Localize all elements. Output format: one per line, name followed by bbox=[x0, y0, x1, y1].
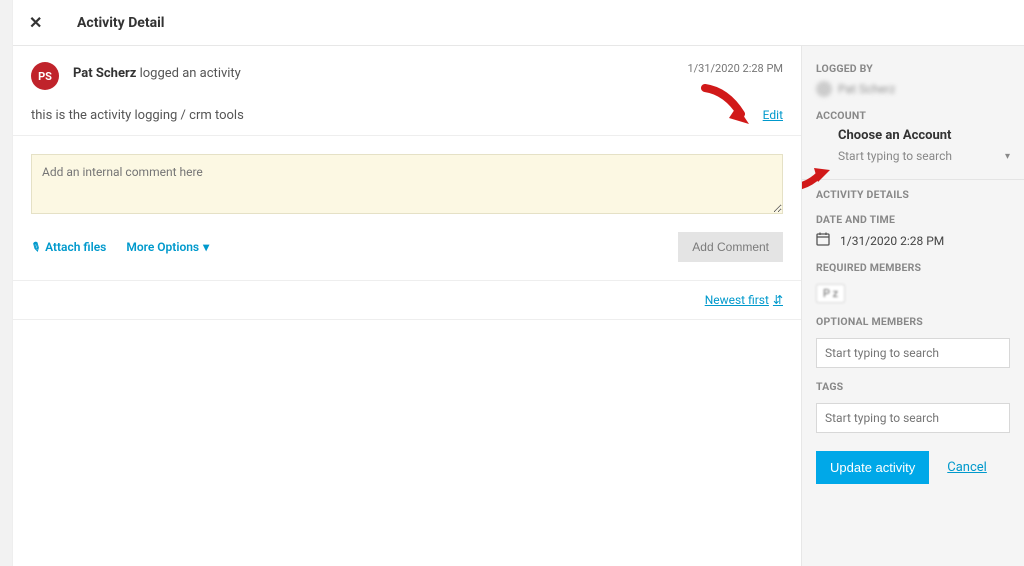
calendar-icon bbox=[816, 232, 830, 249]
chevron-down-icon: ▾ bbox=[1005, 151, 1010, 162]
tags-label: TAGS bbox=[816, 380, 1010, 393]
date-time-row[interactable]: 1/31/2020 2:28 PM bbox=[816, 232, 1010, 249]
attach-files-label: Attach files bbox=[45, 240, 106, 254]
comment-input[interactable] bbox=[31, 154, 783, 214]
account-search[interactable]: Start typing to search ▾ bbox=[838, 149, 1010, 163]
attach-files-link[interactable]: ✎ Attach files bbox=[31, 240, 106, 254]
avatar: PS bbox=[31, 62, 59, 90]
edit-link[interactable]: Edit bbox=[763, 108, 783, 122]
account-search-placeholder: Start typing to search bbox=[838, 149, 952, 163]
account-label: ACCOUNT bbox=[816, 109, 1010, 122]
logged-by-label: LOGGED BY bbox=[816, 62, 1010, 75]
activity-author: Pat Scherz bbox=[73, 66, 136, 81]
chevron-down-icon: ▾ bbox=[203, 240, 209, 254]
update-activity-button[interactable]: Update activity bbox=[816, 451, 929, 484]
close-icon[interactable]: ✕ bbox=[29, 13, 53, 32]
required-member-chip[interactable]: P z bbox=[816, 284, 845, 303]
logged-by-row: Pat Scherz bbox=[816, 81, 1010, 97]
choose-account-heading: Choose an Account bbox=[838, 128, 1010, 143]
activity-description: this is the activity logging / crm tools bbox=[31, 108, 244, 123]
optional-members-label: OPTIONAL MEMBERS bbox=[816, 315, 1010, 328]
details-sidebar: LOGGED BY Pat Scherz ACCOUNT Choose an A… bbox=[802, 46, 1024, 566]
date-time-label: DATE AND TIME bbox=[816, 213, 1010, 226]
sort-icon: ⇵ bbox=[773, 293, 783, 307]
paperclip-icon: ✎ bbox=[28, 238, 44, 255]
more-options-label: More Options bbox=[126, 240, 199, 254]
required-members-label: REQUIRED MEMBERS bbox=[816, 261, 1010, 274]
sort-row: Newest first ⇵ bbox=[13, 281, 801, 320]
sort-toggle[interactable]: Newest first ⇵ bbox=[705, 293, 783, 307]
sort-label: Newest first bbox=[705, 293, 769, 307]
main-panel: PS Pat Scherz logged an activity 1/31/20… bbox=[13, 46, 802, 566]
activity-entry: PS Pat Scherz logged an activity 1/31/20… bbox=[13, 46, 801, 136]
modal-header: ✕ Activity Detail bbox=[13, 0, 1024, 46]
page-title: Activity Detail bbox=[77, 15, 165, 31]
comment-section: ✎ Attach files More Options ▾ Add Commen… bbox=[13, 136, 801, 281]
activity-details-label: ACTIVITY DETAILS bbox=[816, 188, 1010, 201]
add-comment-button[interactable]: Add Comment bbox=[678, 232, 783, 262]
date-time-value: 1/31/2020 2:28 PM bbox=[840, 234, 944, 248]
tags-input[interactable] bbox=[816, 403, 1010, 433]
logged-by-name: Pat Scherz bbox=[838, 82, 895, 96]
avatar-small bbox=[816, 81, 832, 97]
activity-action-text: logged an activity bbox=[136, 66, 240, 81]
optional-members-input[interactable] bbox=[816, 338, 1010, 368]
activity-timestamp: 1/31/2020 2:28 PM bbox=[687, 62, 783, 75]
cancel-link[interactable]: Cancel bbox=[947, 460, 987, 475]
more-options-toggle[interactable]: More Options ▾ bbox=[126, 240, 209, 254]
